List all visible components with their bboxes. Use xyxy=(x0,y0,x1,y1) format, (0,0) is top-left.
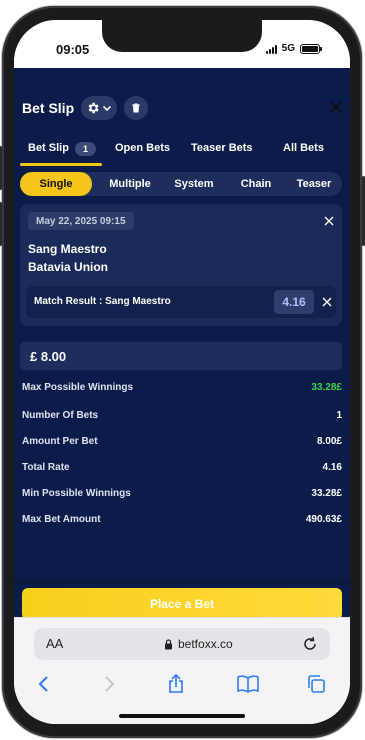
summary-label: Max Possible Winnings xyxy=(22,382,134,393)
signal-icon xyxy=(265,44,277,54)
lock-icon xyxy=(165,638,172,649)
share-icon[interactable] xyxy=(166,674,186,694)
notch xyxy=(102,20,262,52)
bet-slip-app: Bet Slip Bet Slip 1 Open Bets Teaser Bet… xyxy=(14,68,350,620)
browser-toolbar: AA betfoxx.co xyxy=(14,617,350,724)
phone-frame: 09:05 5G Bet Slip Bet Slip 1 Open Bets T… xyxy=(0,6,365,738)
selection-label: Match Result : Sang Maestro xyxy=(34,296,171,307)
summary-value: 4.16 xyxy=(322,462,342,473)
status-time: 09:05 xyxy=(56,42,90,57)
chevron-down-icon xyxy=(102,105,112,112)
summary-label: Number Of Bets xyxy=(22,410,99,421)
forward-icon[interactable] xyxy=(99,674,119,694)
active-tab-indicator xyxy=(20,163,102,166)
clear-slip-button[interactable] xyxy=(124,96,148,120)
reload-icon[interactable] xyxy=(302,636,318,652)
network-type: 5G xyxy=(281,43,295,54)
summary-label: Min Possible Winnings xyxy=(22,488,131,499)
summary-label: Amount Per Bet xyxy=(22,436,98,447)
url-text: betfoxx.co xyxy=(178,637,233,651)
summary-row: Amount Per Bet 8.00£ xyxy=(22,436,342,450)
bet-slip-title: Bet Slip xyxy=(22,100,75,116)
bookmarks-icon[interactable] xyxy=(236,674,260,694)
address-bar[interactable]: AA betfoxx.co xyxy=(34,628,330,660)
volume-button xyxy=(0,202,2,246)
volume-button xyxy=(0,146,2,190)
odds-value: 4.16 xyxy=(274,290,314,314)
summary-value: 8.00£ xyxy=(316,436,342,447)
summary-row: Number Of Bets 1 xyxy=(22,410,342,424)
bet-count-badge: 1 xyxy=(74,142,96,156)
summary-label: Total Rate xyxy=(22,462,70,473)
tabs-icon[interactable] xyxy=(306,674,326,694)
text-size-button[interactable]: AA xyxy=(46,636,63,651)
bet-slip-header: Bet Slip xyxy=(14,68,350,124)
stake-input[interactable]: £ 8.00 xyxy=(20,342,342,370)
type-single[interactable]: Single xyxy=(20,172,92,196)
summary-row: Total Rate 4.16 xyxy=(22,462,342,476)
tab-label: Teaser Bets xyxy=(191,142,253,154)
battery-icon xyxy=(300,43,322,54)
status-indicators: 5G xyxy=(265,43,322,54)
summary-value: 1 xyxy=(336,410,342,421)
summary-value: 490.63£ xyxy=(305,514,342,525)
summary-row: Max Possible Winnings 33.28£ xyxy=(22,382,342,396)
type-teaser[interactable]: Teaser xyxy=(278,172,350,196)
url-display: betfoxx.co xyxy=(164,637,233,651)
bet-type-selector: Single Multiple System Chain Teaser xyxy=(20,172,342,196)
summary-label: Max Bet Amount xyxy=(22,514,101,525)
back-icon[interactable] xyxy=(34,674,54,694)
bet-card: May 22, 2025 09:15 Sang Maestro Batavia … xyxy=(20,204,342,326)
trash-icon xyxy=(132,103,140,113)
tab-label: All Bets xyxy=(283,142,324,154)
phone-screen: 09:05 5G Bet Slip Bet Slip 1 Open Bets T… xyxy=(14,20,350,724)
remove-bet-icon[interactable] xyxy=(324,216,334,226)
event-date: May 22, 2025 09:15 xyxy=(28,212,134,230)
tab-open-bets[interactable]: Open Bets xyxy=(115,140,170,168)
tab-all-bets[interactable]: All Bets xyxy=(283,140,324,168)
tab-label: Open Bets xyxy=(115,142,171,154)
type-multiple[interactable]: Multiple xyxy=(94,172,166,196)
divider xyxy=(14,578,350,584)
home-team: Sang Maestro xyxy=(28,242,107,256)
tab-label: Bet Slip xyxy=(28,142,69,154)
remove-selection-icon[interactable] xyxy=(322,297,332,307)
away-team: Batavia Union xyxy=(28,260,109,274)
home-indicator xyxy=(119,714,245,718)
gear-icon xyxy=(88,102,99,114)
place-bet-button[interactable]: Place a Bet xyxy=(22,588,342,620)
selection-row: Match Result : Sang Maestro 4.16 xyxy=(26,286,336,318)
summary-row: Min Possible Winnings 33.28£ xyxy=(22,488,342,502)
status-bar: 09:05 5G xyxy=(14,20,350,68)
close-icon[interactable] xyxy=(329,100,343,114)
settings-button[interactable] xyxy=(81,96,117,120)
tab-teaser-bets[interactable]: Teaser Bets xyxy=(191,140,253,168)
summary-row: Max Bet Amount 490.63£ xyxy=(22,514,342,528)
summary-value: 33.28£ xyxy=(311,382,342,393)
summary-value: 33.28£ xyxy=(311,488,342,499)
